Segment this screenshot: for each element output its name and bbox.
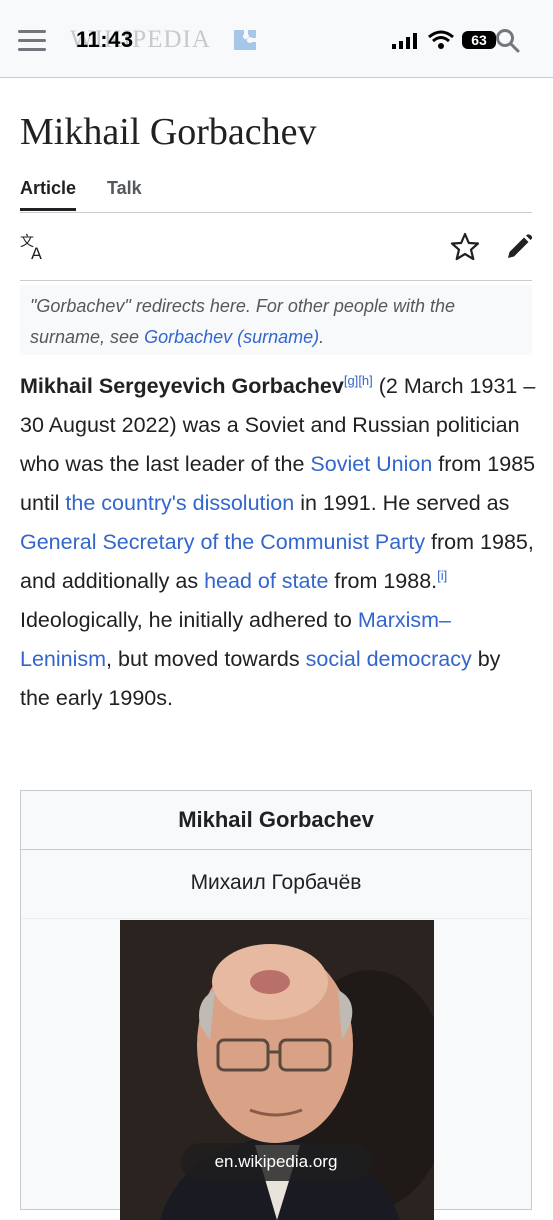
link-head-of-state[interactable]: head of state: [204, 569, 328, 593]
page-tabs: Article Talk: [20, 174, 532, 213]
hatnote-link[interactable]: Gorbachev (surname): [144, 327, 319, 347]
lead-bold-name: Mikhail Sergeyevich Gorbachev: [20, 374, 344, 398]
footnote-g[interactable]: [g]: [344, 373, 358, 388]
star-icon[interactable]: [450, 232, 480, 262]
tab-talk[interactable]: Talk: [107, 178, 142, 199]
hatnote: "Gorbachev" redirects here. For other pe…: [20, 285, 532, 355]
page-title: Mikhail Gorbachev: [20, 111, 317, 153]
footnote-h[interactable]: [h]: [358, 373, 372, 388]
lead-text-5: from 1988.: [328, 569, 438, 593]
page-actions: 文 A: [20, 228, 534, 281]
infobox-title: Mikhail Gorbachev: [21, 791, 531, 850]
translate-icon[interactable]: 文 A: [20, 232, 50, 262]
lead-paragraph: Mikhail Sergeyevich Gorbachev[g][h] (2 M…: [20, 367, 536, 718]
lead-text-7: , but moved towards: [106, 647, 306, 671]
link-soviet-union[interactable]: Soviet Union: [310, 452, 432, 476]
battery-indicator: 63: [462, 31, 496, 49]
footnote-i[interactable]: [i]: [437, 568, 447, 583]
svg-text:A: A: [31, 244, 42, 262]
top-header: WIKIPEDIA 11:43 63: [0, 0, 553, 78]
status-time: 11:43: [76, 27, 134, 52]
tab-article[interactable]: Article: [20, 178, 77, 211]
link-general-secretary[interactable]: General Secretary of the Communist Party: [20, 530, 425, 554]
signal-icon: [392, 33, 417, 49]
link-dissolution[interactable]: the country's dissolution: [65, 491, 294, 515]
lead-text-3: in 1991. He served as: [294, 491, 510, 515]
puzzle-globe-icon: [234, 30, 256, 50]
search-icon[interactable]: [494, 27, 520, 53]
link-social-democracy[interactable]: social democracy: [306, 647, 472, 671]
infobox-native-name: Михаил Горбачёв: [21, 850, 531, 919]
menu-icon[interactable]: [18, 30, 46, 52]
wifi-icon: [428, 30, 454, 49]
url-pill[interactable]: en.wikipedia.org: [181, 1143, 371, 1181]
hatnote-end: .: [319, 327, 325, 347]
edit-icon[interactable]: [504, 232, 534, 262]
lead-text-6: Ideologically, he initially adhered to: [20, 608, 358, 632]
